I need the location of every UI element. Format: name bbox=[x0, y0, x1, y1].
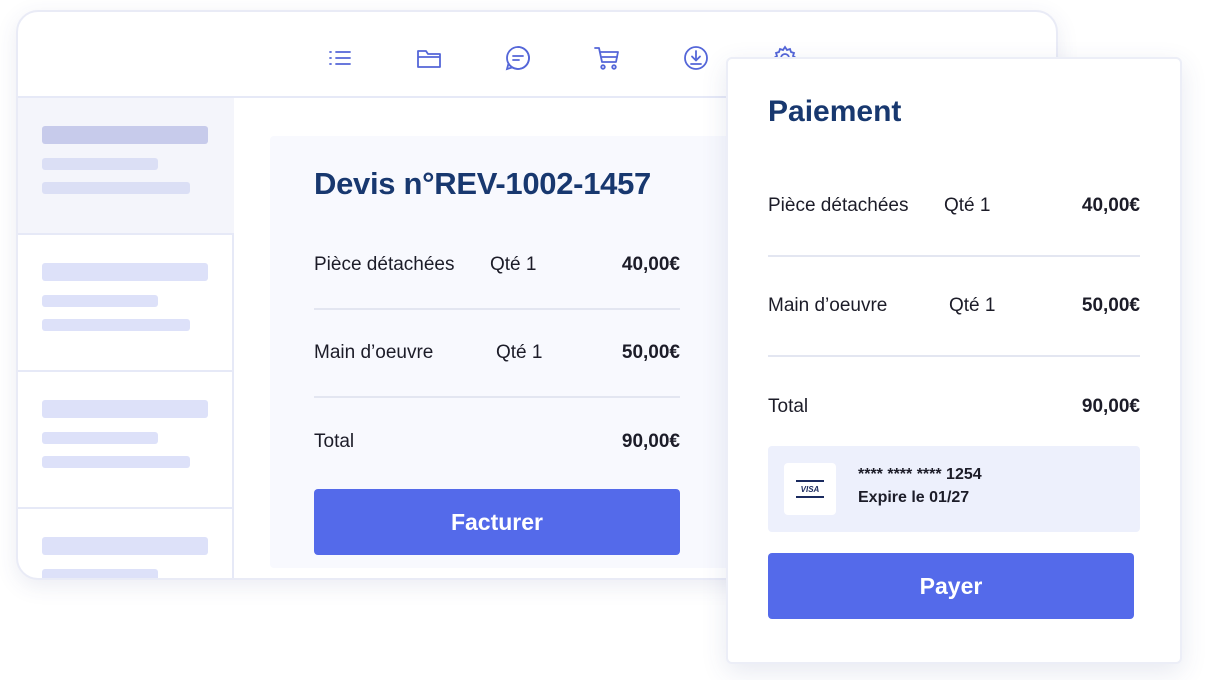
item-name: Main d’oeuvre bbox=[768, 295, 888, 316]
quote-title: Devis n°REV-1002-1457 bbox=[314, 166, 651, 201]
item-qty: Qté 1 bbox=[944, 195, 991, 216]
sidebar-item[interactable] bbox=[18, 98, 234, 235]
item-price: 40,00€ bbox=[1081, 195, 1140, 216]
folder-icon[interactable] bbox=[415, 44, 443, 72]
item-name: Pièce détachées bbox=[314, 254, 455, 275]
quote-total-row: Total 90,00€ bbox=[314, 427, 680, 457]
total-label: Total bbox=[768, 396, 809, 417]
total-label: Total bbox=[314, 431, 355, 452]
placeholder-bar bbox=[42, 400, 208, 418]
item-qty: Qté 1 bbox=[949, 295, 996, 316]
invoice-button[interactable]: Facturer bbox=[314, 489, 680, 555]
card-expiry: Expire le 01/27 bbox=[858, 489, 970, 506]
divider bbox=[768, 255, 1140, 257]
placeholder-bar bbox=[42, 569, 158, 578]
card-number: **** **** **** 1254 bbox=[858, 466, 982, 483]
placeholder-bar bbox=[42, 158, 158, 170]
sidebar-item[interactable] bbox=[18, 372, 234, 509]
list-icon[interactable] bbox=[326, 44, 354, 72]
total-value: 90,00€ bbox=[621, 431, 680, 452]
placeholder-bar bbox=[42, 295, 158, 307]
payment-panel: Paiement Pièce détachées Qté 1 40,00€ Ma… bbox=[726, 57, 1182, 664]
pay-button[interactable]: Payer bbox=[768, 553, 1134, 619]
placeholder-bar bbox=[42, 182, 190, 194]
item-name: Main d’oeuvre bbox=[314, 342, 434, 363]
payment-line-item: Main d’oeuvre Qté 1 50,00€ bbox=[768, 291, 1140, 321]
sidebar-item[interactable] bbox=[18, 509, 234, 578]
visa-icon: VISA bbox=[784, 463, 836, 515]
quote-line-item: Pièce détachées Qté 1 40,00€ bbox=[314, 250, 680, 280]
payment-total-row: Total 90,00€ bbox=[768, 392, 1140, 422]
item-price: 40,00€ bbox=[621, 254, 680, 275]
item-price: 50,00€ bbox=[1081, 295, 1140, 316]
placeholder-bar bbox=[42, 456, 190, 468]
quote-line-item: Main d’oeuvre Qté 1 50,00€ bbox=[314, 338, 680, 368]
placeholder-bar bbox=[42, 126, 208, 144]
sidebar bbox=[18, 98, 234, 578]
quote-card: Devis n°REV-1002-1457 Pièce détachées Qt… bbox=[270, 136, 740, 568]
divider bbox=[768, 355, 1140, 357]
sidebar-item[interactable] bbox=[18, 235, 234, 372]
download-icon[interactable] bbox=[682, 44, 710, 72]
item-qty: Qté 1 bbox=[490, 254, 537, 275]
placeholder-bar bbox=[42, 537, 208, 555]
placeholder-bar bbox=[42, 263, 208, 281]
placeholder-bar bbox=[42, 319, 190, 331]
divider bbox=[314, 396, 680, 398]
divider bbox=[314, 308, 680, 310]
cart-icon[interactable] bbox=[593, 44, 621, 72]
payment-line-item: Pièce détachées Qté 1 40,00€ bbox=[768, 191, 1140, 221]
placeholder-bar bbox=[42, 432, 158, 444]
svg-text:VISA: VISA bbox=[801, 485, 820, 494]
total-value: 90,00€ bbox=[1081, 396, 1140, 417]
payment-title: Paiement bbox=[768, 95, 902, 128]
item-name: Pièce détachées bbox=[768, 195, 909, 216]
chat-icon[interactable] bbox=[504, 44, 532, 72]
item-qty: Qté 1 bbox=[496, 342, 543, 363]
item-price: 50,00€ bbox=[621, 342, 680, 363]
saved-card[interactable]: VISA **** **** **** 1254 Expire le 01/27 bbox=[768, 446, 1140, 532]
